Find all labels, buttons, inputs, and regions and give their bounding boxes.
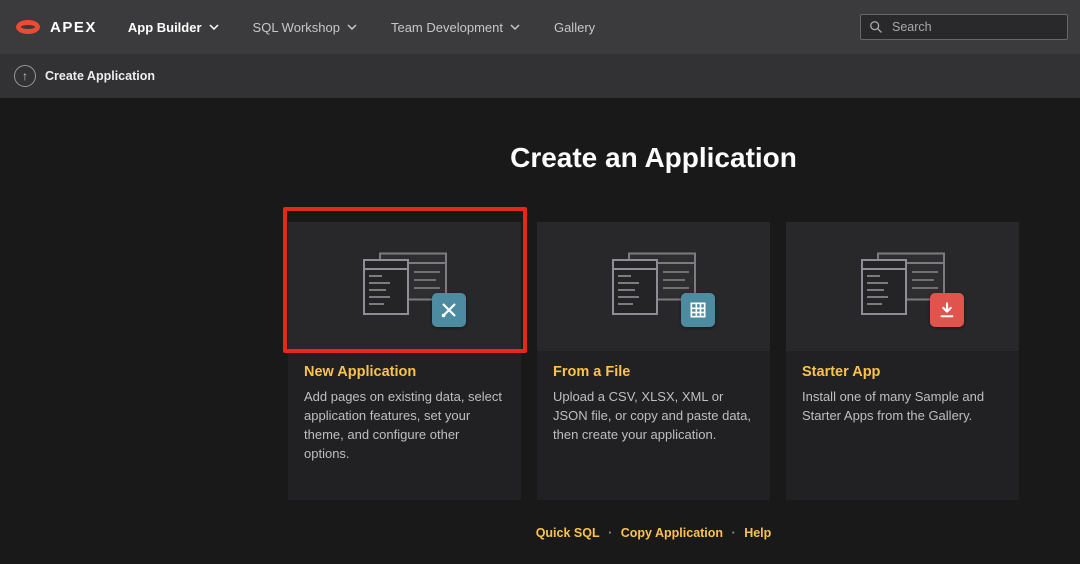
card-icon-area (786, 222, 1019, 351)
card-row: New Application Add pages on existing da… (288, 222, 1019, 500)
nav-item-label: Team Development (391, 20, 503, 35)
apex-create-application-page: { "navbar": { "brand": "APEX", "items": … (0, 0, 1080, 564)
nav-item-team-development[interactable]: Team Development (374, 0, 537, 54)
separator: · (732, 526, 736, 540)
nav-item-label: SQL Workshop (253, 20, 340, 35)
chevron-down-icon (209, 24, 219, 30)
grid-badge-icon (681, 293, 715, 327)
link-quick-sql[interactable]: Quick SQL (536, 526, 600, 540)
breadcrumb: Create Application (45, 69, 155, 83)
card-icon-area (288, 222, 521, 351)
search-box[interactable] (860, 14, 1068, 40)
card-title: New Application (304, 364, 505, 380)
chevron-down-icon (347, 24, 357, 30)
card-description: Upload a CSV, XLSX, XML or JSON file, or… (553, 388, 754, 445)
apex-brand[interactable]: APEX (16, 19, 97, 36)
apex-logo-icon (16, 20, 40, 34)
card-from-a-file[interactable]: From a File Upload a CSV, XLSX, XML or J… (537, 222, 770, 500)
brand-label: APEX (50, 19, 97, 36)
nav-item-label: App Builder (128, 20, 202, 35)
top-navbar: APEX App Builder SQL Workshop Team Devel… (0, 0, 1080, 54)
search-input[interactable] (890, 19, 1059, 35)
card-body: Starter App Install one of many Sample a… (786, 351, 1019, 426)
card-icon-area (537, 222, 770, 351)
download-badge-icon (930, 293, 964, 327)
card-description: Add pages on existing data, select appli… (304, 388, 505, 464)
card-description: Install one of many Sample and Starter A… (802, 388, 1003, 426)
card-starter-app[interactable]: Starter App Install one of many Sample a… (786, 222, 1019, 500)
nav-item-app-builder[interactable]: App Builder (111, 0, 236, 54)
separator: · (608, 526, 612, 540)
chevron-down-icon (510, 24, 520, 30)
breadcrumb-bar: ↑ Create Application (0, 54, 1080, 98)
card-body: New Application Add pages on existing da… (288, 351, 521, 464)
page-title: Create an Application (288, 144, 1019, 172)
up-arrow-icon[interactable]: ↑ (14, 65, 36, 87)
link-help[interactable]: Help (744, 526, 771, 540)
main-nav: App Builder SQL Workshop Team Developmen… (111, 0, 860, 54)
card-title: Starter App (802, 364, 1003, 380)
nav-item-gallery[interactable]: Gallery (537, 0, 612, 54)
nav-item-sql-workshop[interactable]: SQL Workshop (236, 0, 374, 54)
search-icon (869, 20, 883, 34)
nav-item-label: Gallery (554, 20, 595, 35)
card-title: From a File (553, 364, 754, 380)
card-new-application[interactable]: New Application Add pages on existing da… (288, 222, 521, 500)
footer-links: Quick SQL · Copy Application · Help (288, 526, 1019, 540)
tools-badge-icon (432, 293, 466, 327)
card-body: From a File Upload a CSV, XLSX, XML or J… (537, 351, 770, 445)
main-content: Create an Application (0, 98, 1080, 540)
link-copy-application[interactable]: Copy Application (621, 526, 723, 540)
